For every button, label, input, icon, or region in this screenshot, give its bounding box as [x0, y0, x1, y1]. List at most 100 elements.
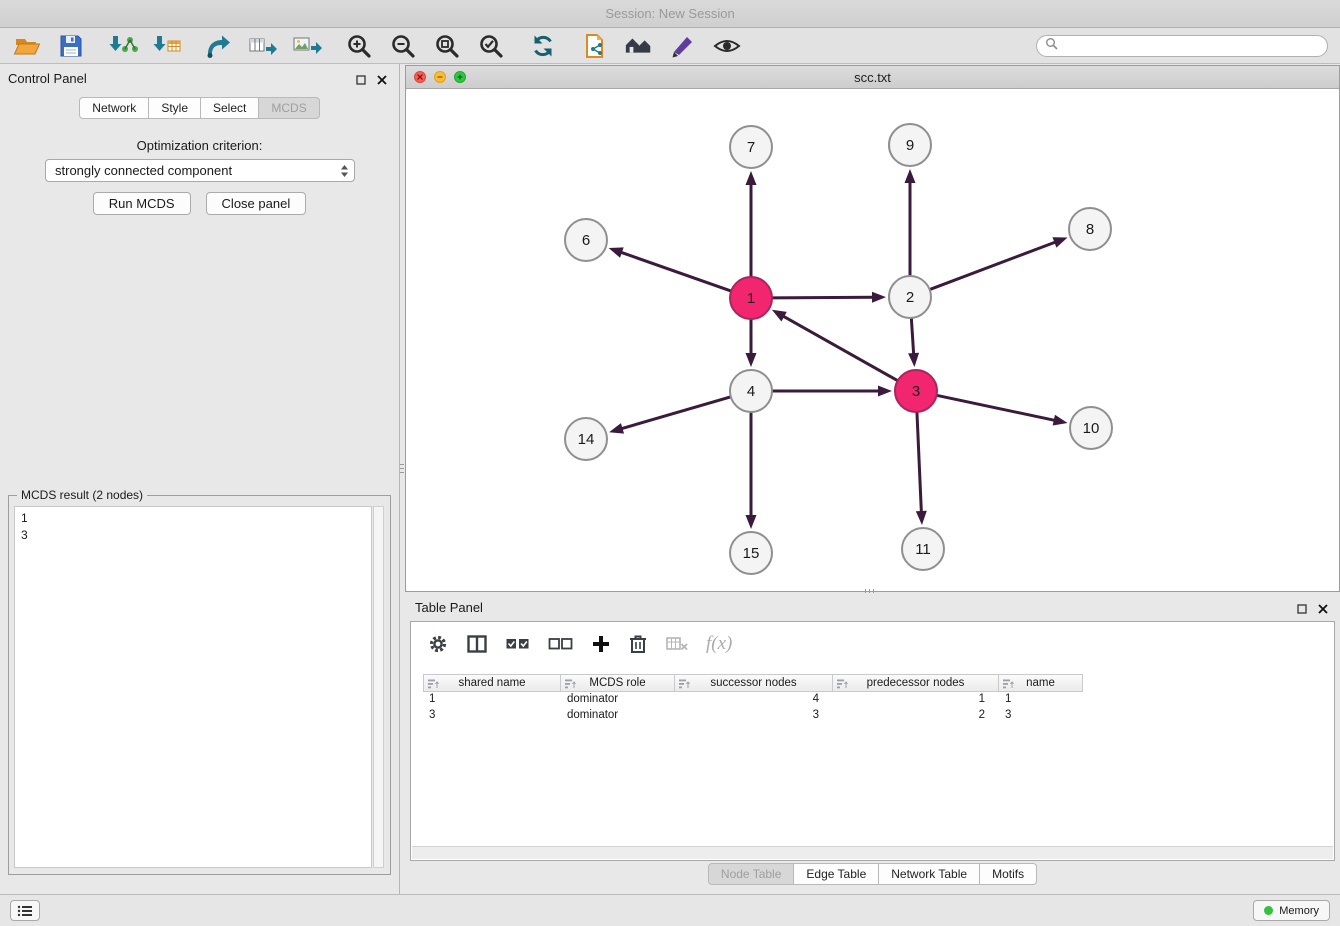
- result-scrollbar[interactable]: [373, 506, 384, 868]
- close-window-button[interactable]: [414, 71, 426, 83]
- zoom-group: [344, 31, 506, 61]
- zoom-in-icon[interactable]: [344, 31, 374, 61]
- table-header-row: shared nameMCDS rolesuccessor nodesprede…: [423, 674, 1322, 692]
- float-panel-icon[interactable]: [1297, 601, 1307, 619]
- edge-arrow-icon: [746, 353, 757, 367]
- node-label-6: 6: [582, 232, 590, 249]
- table-horizontal-scrollbar[interactable]: [412, 846, 1333, 859]
- edge-3-10[interactable]: [937, 395, 1056, 420]
- gear-icon[interactable]: [427, 633, 449, 655]
- refresh-layout-icon[interactable]: [528, 31, 558, 61]
- search-input[interactable]: [1063, 39, 1319, 53]
- table-row[interactable]: 1dominator411: [423, 692, 1322, 708]
- deselect-all-icon[interactable]: [548, 634, 574, 654]
- zoom-selected-icon[interactable]: [476, 31, 506, 61]
- edge-2-8[interactable]: [930, 242, 1057, 290]
- network-window-title: scc.txt: [854, 70, 891, 85]
- table-cell: 1: [833, 692, 999, 708]
- import-table-icon[interactable]: [152, 31, 182, 61]
- control-panel: Control Panel NetworkStyleSelectMCDS Opt…: [0, 64, 400, 894]
- tab-network[interactable]: Network: [79, 97, 149, 119]
- edge-arrow-icon: [772, 310, 787, 322]
- node-label-3: 3: [912, 383, 920, 400]
- column-header-name[interactable]: name: [999, 674, 1083, 692]
- close-panel-icon[interactable]: [377, 72, 387, 90]
- zoom-fit-icon[interactable]: [432, 31, 462, 61]
- tab-network-table[interactable]: Network Table: [879, 863, 980, 885]
- table-tabs: Node TableEdge TableNetwork TableMotifs: [405, 863, 1340, 885]
- network-window-titlebar: scc.txt: [406, 66, 1339, 89]
- mcds-buttons: Run MCDS Close panel: [0, 192, 399, 215]
- close-panel-button[interactable]: Close panel: [206, 192, 307, 215]
- share-document-icon[interactable]: [580, 31, 610, 61]
- table-cell: 3: [999, 708, 1083, 724]
- import-network-icon[interactable]: [108, 31, 138, 61]
- vertical-splitter-handle[interactable]: [399, 456, 405, 480]
- main-toolbar: [0, 28, 1340, 64]
- edge-1-6[interactable]: [620, 252, 731, 291]
- edge-3-11[interactable]: [917, 412, 921, 513]
- close-panel-icon[interactable]: [1318, 601, 1328, 619]
- node-label-14: 14: [578, 431, 595, 448]
- tab-select[interactable]: Select: [201, 97, 259, 119]
- trash-icon[interactable]: [628, 633, 648, 655]
- window-title: Session: New Session: [605, 6, 734, 21]
- table-row[interactable]: 3dominator323: [423, 708, 1322, 724]
- edge-arrow-icon: [872, 292, 886, 303]
- list-icon: [17, 905, 33, 917]
- column-header-MCDS-role[interactable]: MCDS role: [561, 674, 675, 692]
- table-cell: 3: [423, 708, 561, 724]
- edge-arrow-icon: [905, 169, 916, 183]
- run-mcds-button[interactable]: Run MCDS: [93, 192, 191, 215]
- edge-3-1[interactable]: [782, 316, 897, 381]
- node-table: shared nameMCDS rolesuccessor nodesprede…: [423, 674, 1322, 724]
- float-panel-icon[interactable]: [356, 72, 366, 90]
- table-cell: dominator: [561, 708, 675, 724]
- style-brush-icon[interactable]: [668, 31, 698, 61]
- table-cell: dominator: [561, 692, 675, 708]
- sort-icon: [1003, 679, 1014, 689]
- search-box[interactable]: [1036, 35, 1328, 57]
- show-hide-icon[interactable]: [712, 31, 742, 61]
- mcds-result-box: MCDS result (2 nodes) 1 3: [8, 495, 391, 875]
- export-table-icon[interactable]: [248, 31, 278, 61]
- node-label-4: 4: [747, 383, 755, 400]
- add-row-icon[interactable]: [591, 634, 611, 654]
- mcds-result-title: MCDS result (2 nodes): [17, 488, 147, 502]
- column-header-shared-name[interactable]: shared name: [423, 674, 561, 692]
- column-header-successor-nodes[interactable]: successor nodes: [675, 674, 833, 692]
- task-history-button[interactable]: [10, 900, 40, 921]
- node-label-9: 9: [906, 137, 914, 154]
- network-canvas[interactable]: 7968124314101511: [406, 89, 1339, 591]
- column-header-predecessor-nodes[interactable]: predecessor nodes: [833, 674, 999, 692]
- delete-table-icon: [665, 634, 689, 654]
- edge-arrow-icon: [1053, 415, 1068, 426]
- columns-icon[interactable]: [466, 633, 488, 655]
- horizontal-splitter-handle[interactable]: [860, 588, 878, 594]
- home-layout-icon[interactable]: [624, 31, 654, 61]
- tab-mcds[interactable]: MCDS: [259, 97, 319, 119]
- edge-arrow-icon: [878, 386, 892, 397]
- export-network-icon[interactable]: [204, 31, 234, 61]
- export-image-icon[interactable]: [292, 31, 322, 61]
- edge-1-2[interactable]: [772, 297, 874, 298]
- tab-style[interactable]: Style: [149, 97, 201, 119]
- node-label-11: 11: [915, 541, 931, 558]
- zoom-window-button[interactable]: [454, 71, 466, 83]
- tab-edge-table[interactable]: Edge Table: [794, 863, 879, 885]
- tab-node-table[interactable]: Node Table: [708, 863, 795, 885]
- open-folder-icon[interactable]: [12, 31, 42, 61]
- memory-button[interactable]: Memory: [1253, 900, 1330, 921]
- function-icon: f(x): [706, 633, 732, 655]
- tab-motifs[interactable]: Motifs: [980, 863, 1037, 885]
- edge-arrow-icon: [609, 247, 624, 257]
- edge-arrow-icon: [609, 423, 624, 434]
- edge-2-3[interactable]: [911, 318, 913, 355]
- table-cell: 2: [833, 708, 999, 724]
- criterion-dropdown[interactable]: strongly connected component: [45, 159, 355, 182]
- minimize-window-button[interactable]: [434, 71, 446, 83]
- select-all-icon[interactable]: [505, 634, 531, 654]
- save-session-icon[interactable]: [56, 31, 86, 61]
- edge-4-14[interactable]: [621, 397, 731, 429]
- zoom-out-icon[interactable]: [388, 31, 418, 61]
